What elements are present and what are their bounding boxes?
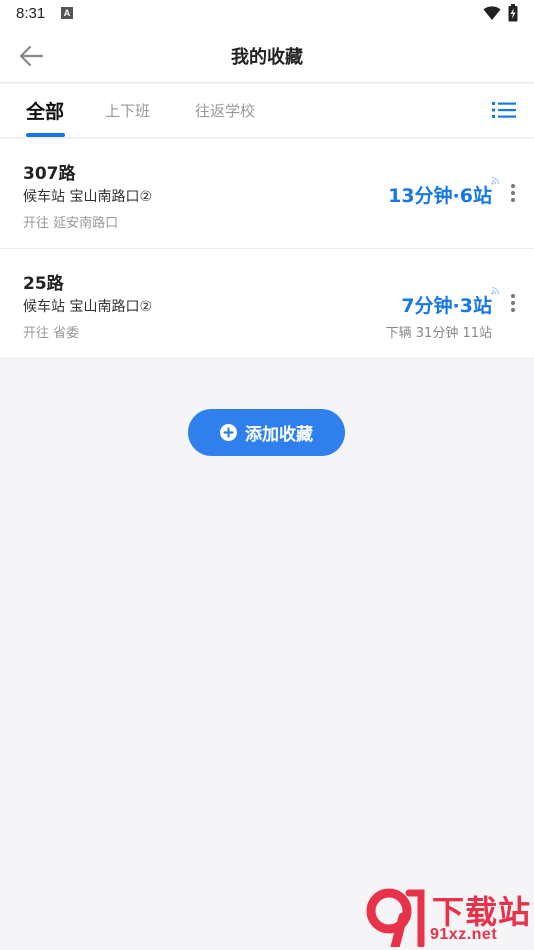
- favorite-card[interactable]: 307路 候车站 宝山南路口② 开往 延安南路口 13分钟·6站: [0, 139, 534, 249]
- tab-bar: 全部 上下班 往返学校: [0, 84, 534, 138]
- watermark-url: 91xz.net: [430, 926, 498, 943]
- plus-circle-icon: [220, 424, 237, 441]
- waiting-stop: 候车站 宝山南路口②: [23, 299, 153, 315]
- tab-school[interactable]: 往返学校: [195, 100, 255, 121]
- status-time: 8:31: [16, 5, 46, 22]
- eta: 7分钟·3站: [401, 295, 492, 317]
- battery-icon: [508, 4, 518, 22]
- add-favorite-label: 添加收藏: [245, 425, 313, 445]
- tab-all[interactable]: 全部: [26, 97, 64, 124]
- direction: 开往 延安南路口: [23, 216, 119, 231]
- realtime-signal-icon: [491, 286, 500, 295]
- next-bus-info: 下辆 31分钟 11站: [385, 326, 492, 341]
- list-icon[interactable]: [492, 100, 516, 120]
- add-favorite-button[interactable]: 添加收藏: [188, 409, 345, 456]
- wifi-icon: [483, 6, 501, 20]
- direction: 开往 省委: [23, 326, 80, 341]
- more-vertical-icon[interactable]: [510, 293, 516, 313]
- tab-active-indicator: [26, 133, 65, 137]
- more-vertical-icon[interactable]: [510, 183, 516, 203]
- page-title: 我的收藏: [231, 47, 303, 68]
- watermark: 下载站 91xz.net: [360, 885, 534, 950]
- route-name: 25路: [23, 274, 64, 294]
- status-bar: 8:31 A: [0, 0, 534, 28]
- favorite-card[interactable]: 25路 候车站 宝山南路口② 开往 省委 7分钟·3站 下辆 31分钟 11站: [0, 249, 534, 359]
- app-bar: 我的收藏: [0, 28, 534, 83]
- tab-commute[interactable]: 上下班: [105, 100, 150, 121]
- eta: 13分钟·6站: [388, 185, 492, 207]
- watermark-logo-icon: [366, 888, 425, 947]
- route-name: 307路: [23, 164, 76, 184]
- realtime-signal-icon: [491, 176, 500, 185]
- notification-icon: A: [61, 7, 73, 19]
- waiting-stop: 候车站 宝山南路口②: [23, 189, 153, 205]
